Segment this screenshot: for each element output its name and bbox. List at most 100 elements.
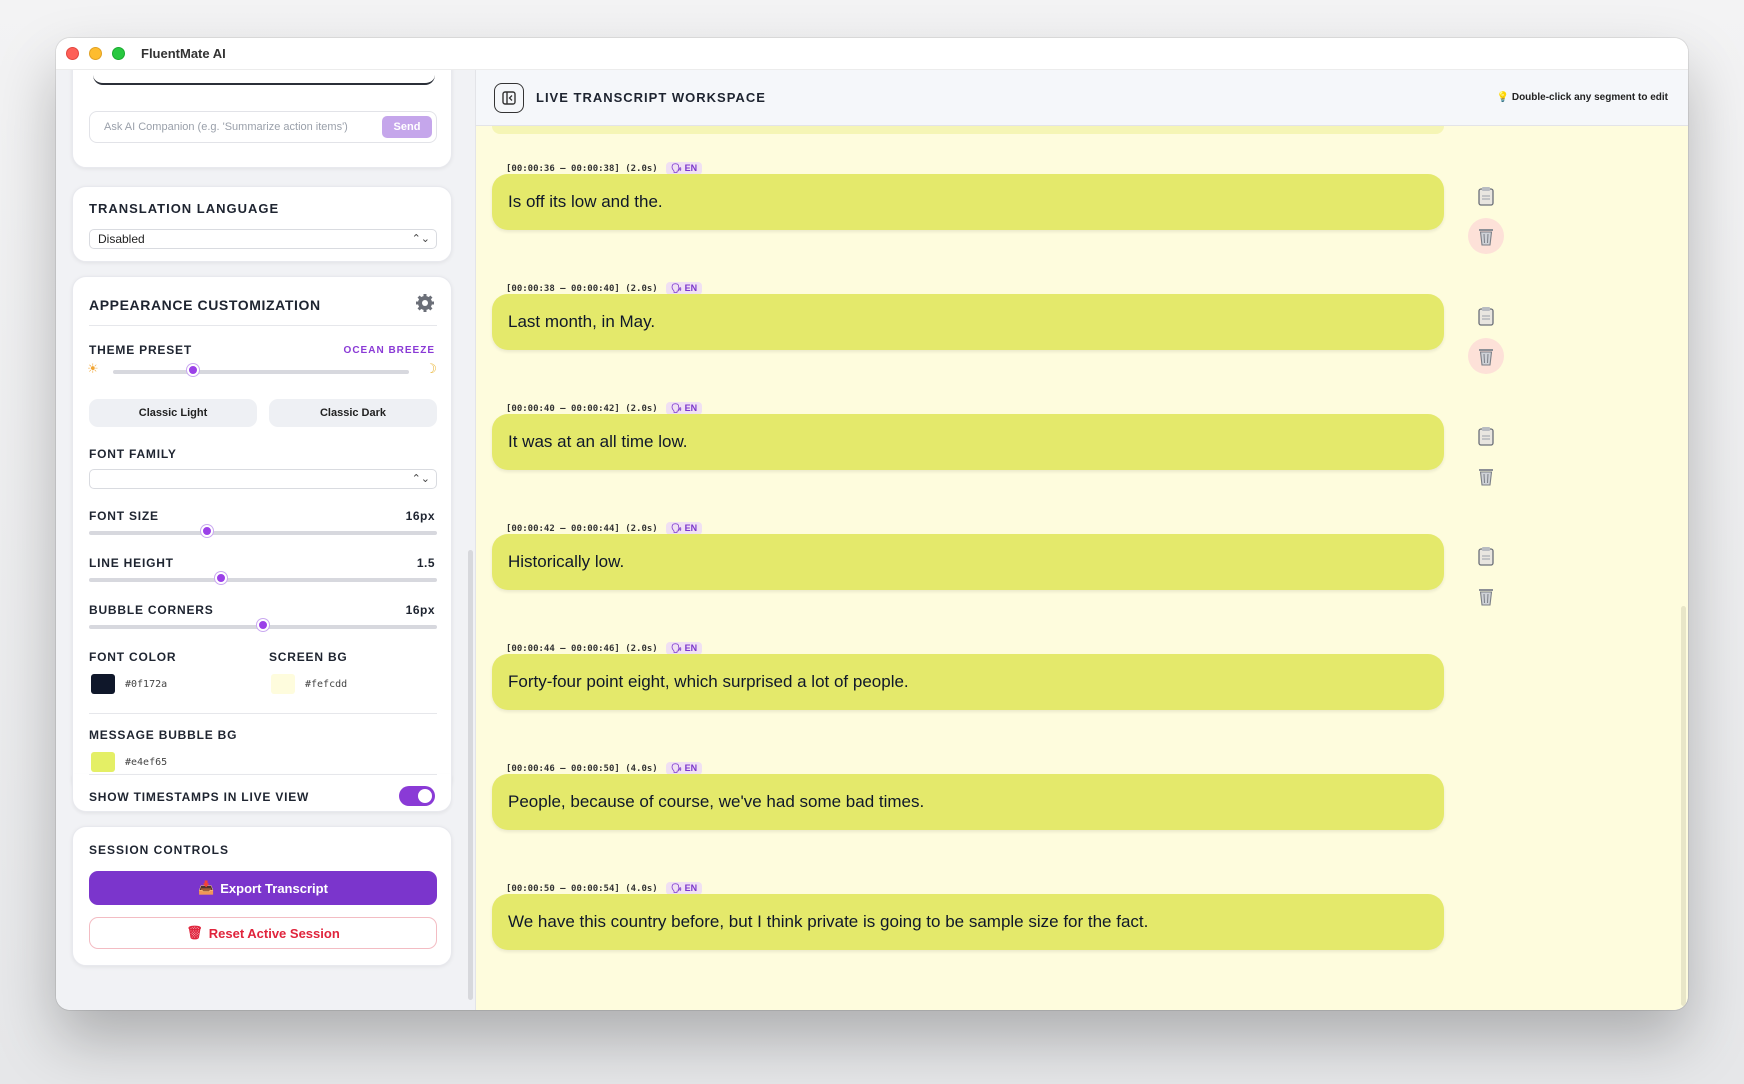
font-size-slider-track[interactable]	[89, 531, 437, 535]
transcript-workspace: LIVE TRANSCRIPT WORKSPACE 💡 Double-click…	[476, 70, 1688, 1010]
inbox-tray-icon: 📥	[198, 880, 215, 895]
workspace-header: LIVE TRANSCRIPT WORKSPACE 💡 Double-click…	[476, 70, 1688, 126]
language-code: EN	[684, 643, 698, 653]
appearance-heading: APPEARANCE CUSTOMIZATION	[89, 297, 321, 313]
font-color-swatch[interactable]	[91, 674, 115, 694]
speaker-icon: 🗣	[670, 403, 683, 413]
reset-session-label: Reset Active Session	[208, 925, 340, 941]
line-height-slider-thumb[interactable]	[215, 572, 228, 584]
reset-session-button[interactable]: 🗑 Reset Active Session	[89, 917, 437, 949]
speaker-icon: 🗣	[670, 523, 683, 533]
previous-bubble-edge	[492, 126, 1444, 134]
classic-dark-button[interactable]: Classic Dark	[269, 399, 437, 427]
export-transcript-button[interactable]: 📥 Export Transcript	[89, 871, 437, 905]
line-height-slider-track[interactable]	[89, 578, 437, 582]
bubble-corners-slider-thumb[interactable]	[257, 619, 269, 631]
font-color-hex: #0f172a	[125, 679, 168, 690]
bubble-corners-label: BUBBLE CORNERS	[89, 603, 214, 617]
segment-timestamp: [00:00:50 – 00:00:54] (4.0s)	[506, 883, 658, 894]
message-bubble[interactable]: We have this country before, but I think…	[492, 894, 1444, 950]
divider	[89, 325, 437, 326]
chevron-updown-icon: ⌃⌄	[411, 473, 430, 485]
translation-heading: TRANSLATION LANGUAGE	[89, 201, 280, 216]
divider	[89, 713, 437, 714]
speaker-icon: 🗣	[670, 283, 683, 293]
app-window: FluentMate AI Ask AI Companion (e.g. 'Su…	[56, 38, 1688, 1010]
sidebar-collapse-icon[interactable]	[494, 82, 524, 113]
edit-hint: 💡 Double-click any segment to edit	[1497, 92, 1668, 103]
translation-language-select[interactable]: Disabled ⌃⌄	[89, 229, 437, 249]
language-code: EN	[684, 283, 698, 293]
lightbulb-icon: 💡	[1496, 92, 1510, 103]
translation-selected-value: Disabled	[98, 232, 145, 246]
font-family-label: FONT FAMILY	[89, 447, 177, 461]
trash-icon[interactable]	[1468, 578, 1504, 614]
minimize-window-button[interactable]	[89, 47, 102, 60]
app-title: FluentMate AI	[141, 46, 226, 61]
theme-slider-thumb[interactable]	[186, 364, 199, 376]
screen-bg-swatch[interactable]	[271, 674, 295, 694]
chevron-updown-icon: ⌃⌄	[411, 233, 430, 245]
timestamps-row: SHOW TIMESTAMPS IN LIVE VIEW	[72, 774, 452, 812]
message-bubble[interactable]: Historically low.	[492, 534, 1444, 590]
bubble-bg-swatch[interactable]	[91, 752, 115, 772]
classic-light-button[interactable]: Classic Light	[89, 399, 257, 427]
toggle-knob	[418, 789, 432, 803]
segment-timestamp: [00:00:42 – 00:00:44] (2.0s)	[506, 523, 658, 534]
segment-timestamp: [00:00:40 – 00:00:42] (2.0s)	[506, 403, 658, 414]
bubble-bg-hex: #e4ef65	[125, 757, 168, 768]
divider	[89, 774, 437, 775]
translation-card: TRANSLATION LANGUAGE Disabled ⌃⌄	[72, 186, 452, 262]
ai-ask-input[interactable]: Ask AI Companion (e.g. 'Summarize action…	[104, 121, 382, 133]
clipboard-icon[interactable]	[1468, 298, 1504, 334]
ai-response-box	[93, 70, 435, 85]
font-size-slider-thumb[interactable]	[201, 525, 214, 537]
ai-ask-row: Ask AI Companion (e.g. 'Summarize action…	[89, 111, 437, 143]
sun-icon: ☀	[87, 361, 99, 376]
moon-icon: ☽	[425, 361, 437, 376]
message-bubble[interactable]: It was at an all time low.	[492, 414, 1444, 470]
clipboard-icon[interactable]	[1468, 538, 1504, 574]
show-timestamps-toggle[interactable]	[399, 786, 435, 806]
session-controls-heading: SESSION CONTROLS	[89, 843, 230, 857]
trash-icon[interactable]	[1468, 338, 1504, 374]
theme-slider-track[interactable]	[113, 370, 409, 374]
clipboard-icon[interactable]	[1468, 418, 1504, 454]
font-size-value: 16px	[405, 509, 435, 523]
speaker-icon: 🗣	[670, 883, 683, 893]
line-height-label: LINE HEIGHT	[89, 556, 174, 570]
trash-icon[interactable]	[1468, 458, 1504, 494]
sidebar-scrollbar[interactable]	[468, 550, 473, 1000]
zoom-window-button[interactable]	[112, 47, 125, 60]
language-code: EN	[684, 163, 698, 173]
export-transcript-label: Export Transcript	[220, 880, 328, 896]
close-window-button[interactable]	[66, 47, 79, 60]
theme-preset-label: THEME PRESET	[89, 343, 192, 357]
segment-timestamp: [00:00:36 – 00:00:38] (2.0s)	[506, 163, 658, 174]
appearance-card: APPEARANCE CUSTOMIZATION THEME PRESET OC…	[72, 276, 452, 792]
trash-icon[interactable]	[1468, 218, 1504, 254]
segment-timestamp: [00:00:44 – 00:00:46] (2.0s)	[506, 643, 658, 654]
font-size-label: FONT SIZE	[89, 509, 159, 523]
message-bubble[interactable]: Last month, in May.	[492, 294, 1444, 350]
show-timestamps-label: SHOW TIMESTAMPS IN LIVE VIEW	[89, 790, 310, 804]
clipboard-icon[interactable]	[1468, 178, 1504, 214]
message-bubble[interactable]: Forty-four point eight, which surprised …	[492, 654, 1444, 710]
message-bubble[interactable]: People, because of course, we've had som…	[492, 774, 1444, 830]
workspace-scrollbar[interactable]	[1681, 606, 1686, 1006]
line-height-value: 1.5	[416, 556, 435, 570]
gear-icon[interactable]	[415, 293, 435, 313]
speaker-icon: 🗣	[670, 643, 683, 653]
title-bar: FluentMate AI	[56, 38, 1688, 70]
language-code: EN	[684, 763, 698, 773]
bubble-corners-value: 16px	[405, 603, 435, 617]
language-code: EN	[684, 883, 698, 893]
window-controls	[66, 47, 125, 60]
ai-companion-card: Ask AI Companion (e.g. 'Summarize action…	[72, 70, 452, 168]
workspace-title: LIVE TRANSCRIPT WORKSPACE	[536, 90, 766, 105]
segment-timestamp: [00:00:46 – 00:00:50] (4.0s)	[506, 763, 658, 774]
trash-icon: 🗑	[186, 925, 203, 940]
send-button[interactable]: Send	[382, 116, 432, 138]
message-bubble[interactable]: Is off its low and the.	[492, 174, 1444, 230]
font-family-select[interactable]: ⌃⌄	[89, 469, 437, 489]
